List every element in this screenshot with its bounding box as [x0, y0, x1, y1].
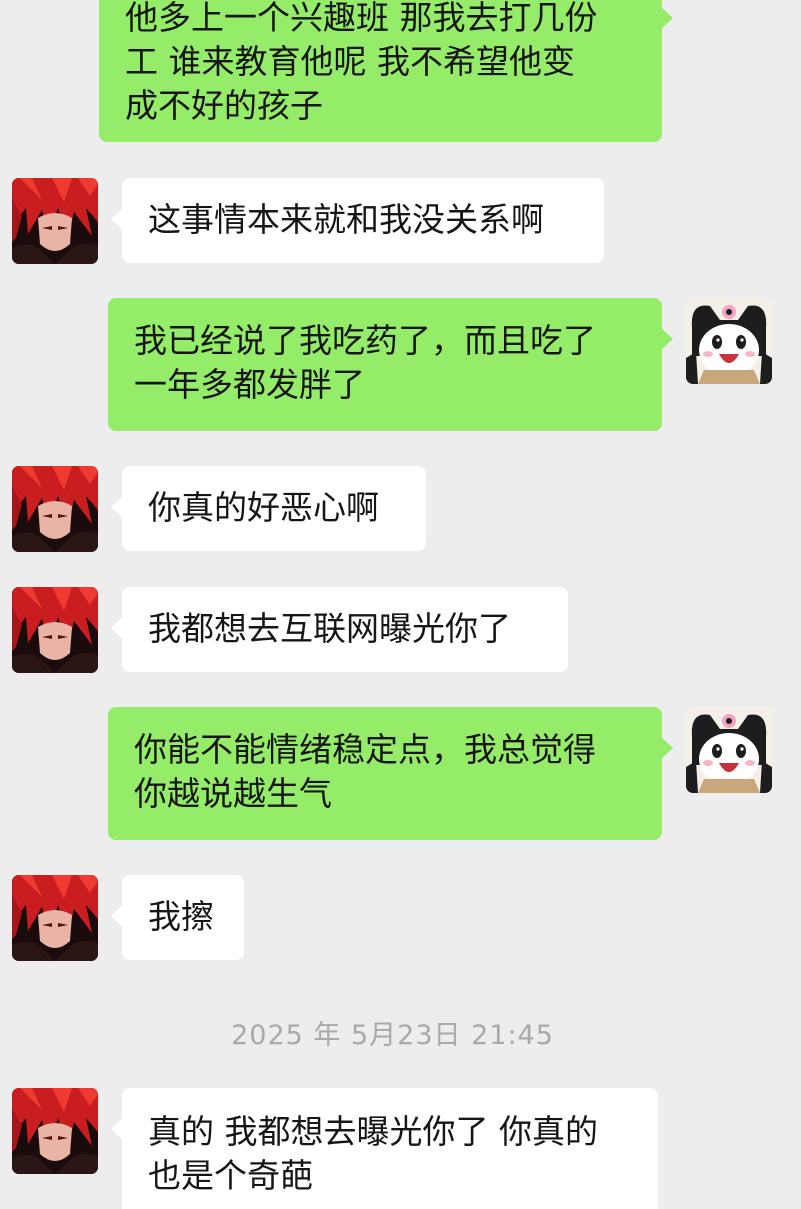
chat-window[interactable]: 他多上一个兴趣班 那我去打几份 工 谁来教育他呢 我不希望他变 成不好的孩子 这… — [0, 0, 801, 1209]
message-bubble-received[interactable]: 真的 我都想去曝光你了 你真的 也是个奇葩 — [111, 1088, 658, 1209]
contact-avatar-icon[interactable] — [12, 466, 98, 552]
message-bubble-sent[interactable]: 我已经说了我吃药了，而且吃了 一年多都发胖了 — [108, 298, 673, 431]
message-bubble-received[interactable]: 我擦 — [111, 875, 244, 960]
message-bubble-sent[interactable]: 他多上一个兴趣班 那我去打几份 工 谁来教育他呢 我不希望他变 成不好的孩子 — [99, 0, 673, 142]
contact-avatar-icon[interactable] — [12, 178, 98, 264]
message-bubble-received[interactable]: 你真的好恶心啊 — [111, 466, 426, 551]
message-bubble-sent[interactable]: 你能不能情绪稳定点，我总觉得 你越说越生气 — [108, 707, 673, 840]
contact-avatar-icon[interactable] — [12, 587, 98, 673]
my-avatar-icon[interactable] — [686, 298, 772, 384]
contact-avatar-icon[interactable] — [12, 875, 98, 961]
message-bubble-received[interactable]: 我都想去互联网曝光你了 — [111, 587, 568, 672]
message-bubble-received[interactable]: 这事情本来就和我没关系啊 — [111, 178, 604, 263]
message-timestamp: 2025 年 5月23日 21:45 — [231, 1020, 554, 1051]
my-avatar-icon[interactable] — [686, 707, 772, 793]
contact-avatar-icon[interactable] — [12, 1088, 98, 1174]
